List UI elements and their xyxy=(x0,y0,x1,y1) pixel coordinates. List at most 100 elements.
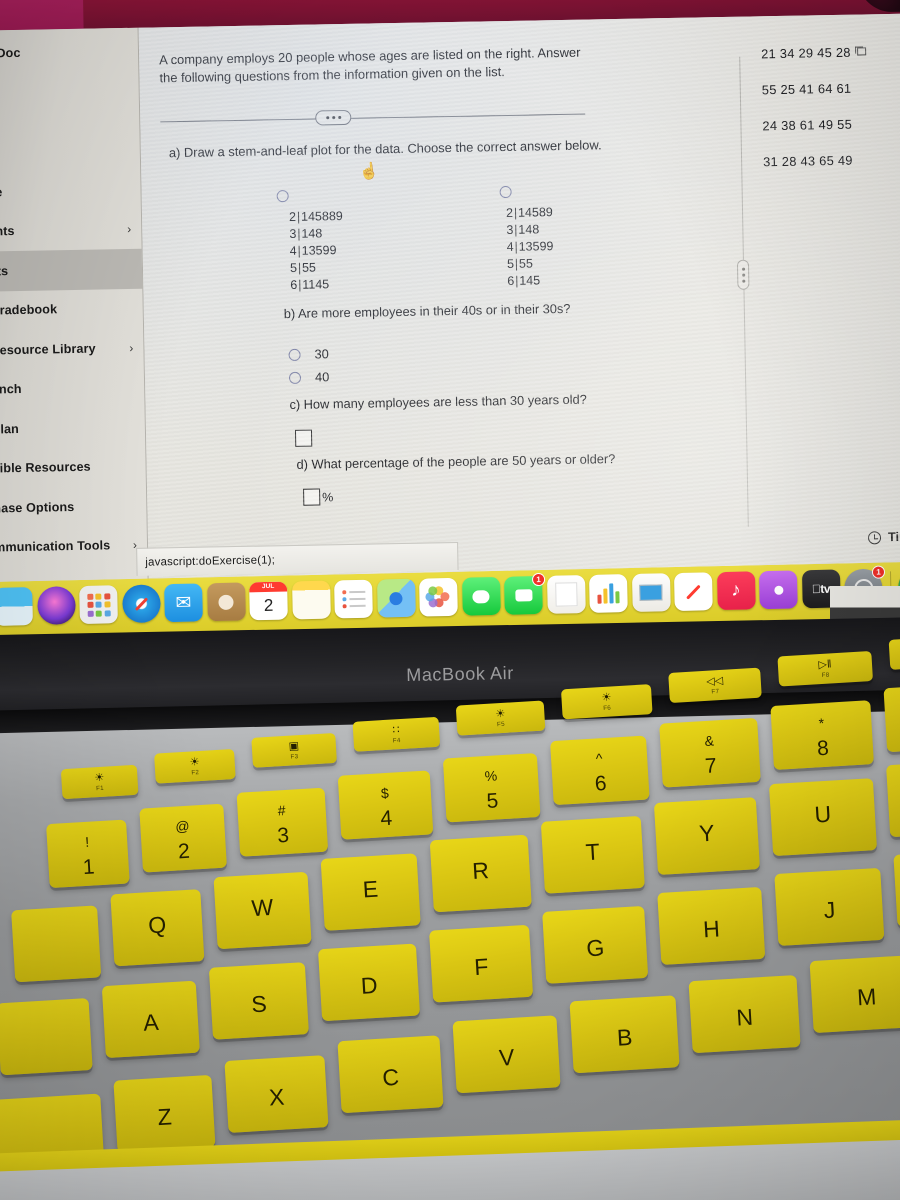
key-label: 2 xyxy=(177,839,191,864)
radio-choice-b[interactable] xyxy=(499,185,512,199)
hand-cursor-icon: ☝ xyxy=(358,162,381,182)
key-f1[interactable]: ☀ F1 xyxy=(60,764,139,800)
key-4[interactable]: $ 4 xyxy=(337,770,434,840)
key-q[interactable]: Q xyxy=(110,889,205,967)
key-v[interactable]: V xyxy=(452,1015,561,1094)
part-c-answer-input[interactable] xyxy=(294,429,313,447)
siri-icon[interactable] xyxy=(36,586,76,625)
contacts-icon[interactable] xyxy=(206,582,246,622)
key-f7[interactable]: ◁◁ F7 xyxy=(668,667,762,704)
panel-splitter-handle[interactable] xyxy=(736,259,750,290)
key-1[interactable]: ! 1 xyxy=(46,819,130,889)
sidebar-item-ne[interactable]: ne xyxy=(0,170,141,212)
key-f5[interactable]: ☀ F5 xyxy=(455,700,546,736)
sidebar-item-unch[interactable]: unch xyxy=(0,367,145,409)
mail-icon[interactable]: ✉ xyxy=(164,583,203,623)
sidebar-item-resource-library[interactable]: Resource Library › xyxy=(0,328,144,370)
pages-icon[interactable] xyxy=(546,575,586,614)
radio-icon[interactable] xyxy=(288,371,302,384)
music-icon[interactable]: ♪ xyxy=(716,571,756,611)
key-g[interactable]: G xyxy=(542,905,649,984)
stem-leaf-plot-b[interactable]: 2 | 14589 3 | 148 4 | 13599 5 | 55 6 | 1… xyxy=(504,204,554,290)
key-f9[interactable]: ▷▷ F9 xyxy=(888,634,900,670)
photos-icon[interactable] xyxy=(419,577,458,617)
key-c[interactable]: C xyxy=(337,1035,444,1114)
maps-icon[interactable] xyxy=(376,578,416,618)
key-d[interactable]: D xyxy=(317,943,421,1022)
key-6[interactable]: ^ 6 xyxy=(550,735,650,806)
key-z[interactable]: Z xyxy=(113,1074,216,1153)
safari-icon[interactable] xyxy=(121,584,161,624)
key-h[interactable]: H xyxy=(657,886,766,965)
key-f[interactable]: F xyxy=(429,924,534,1003)
key-label: N xyxy=(735,1003,754,1031)
key-a[interactable]: A xyxy=(101,980,200,1059)
sidebar-item-ents[interactable]: ents › xyxy=(0,209,142,251)
key-f4[interactable]: ∷ F4 xyxy=(352,716,441,752)
sidebar-item-gradebook[interactable]: Gradebook xyxy=(0,288,143,330)
copy-icon[interactable] xyxy=(856,47,866,56)
sidebar-item-plan[interactable]: Plan xyxy=(0,407,145,449)
part-c-prompt: c) How many employees are less than 30 y… xyxy=(289,391,587,413)
notes-icon[interactable] xyxy=(291,580,331,620)
key-n[interactable]: N xyxy=(688,974,801,1054)
part-b-option-30[interactable]: 30 xyxy=(288,346,329,362)
key-label: C xyxy=(381,1063,400,1091)
key-j[interactable]: J xyxy=(774,867,885,946)
more-options-button[interactable] xyxy=(315,109,352,126)
sidebar-item-label: d Doc xyxy=(0,45,21,61)
key-7[interactable]: & 7 xyxy=(659,717,761,788)
brightness-down-icon: ☀ xyxy=(94,771,105,784)
key-e[interactable]: E xyxy=(320,853,421,931)
key-9[interactable]: ( 9 xyxy=(883,682,900,753)
radio-icon[interactable] xyxy=(288,348,301,361)
key-5[interactable]: % 5 xyxy=(442,753,541,823)
keynote-icon[interactable] xyxy=(631,573,671,612)
stem-leaf-plot-a[interactable]: 2 | 145889 3 | 148 4 | 13599 5 | 55 6 | … xyxy=(287,208,344,294)
key-2[interactable]: @ 2 xyxy=(139,803,227,873)
leaf-values: 148 xyxy=(518,222,540,237)
key-8[interactable]: * 8 xyxy=(770,700,874,770)
part-d-answer-input[interactable] xyxy=(303,488,321,506)
key-y[interactable]: Y xyxy=(653,797,760,876)
reminders-icon[interactable] xyxy=(334,579,373,619)
key-f2[interactable]: ☀ F2 xyxy=(154,748,236,784)
key-m[interactable]: M xyxy=(809,954,900,1034)
key-b[interactable]: B xyxy=(569,995,680,1074)
sidebar-item-doc[interactable]: d Doc xyxy=(0,36,31,71)
key-t[interactable]: T xyxy=(540,815,645,894)
sidebar-item-communication-tools[interactable]: mmunication Tools › xyxy=(0,525,147,567)
finder-icon[interactable] xyxy=(0,587,33,626)
key-tab[interactable] xyxy=(11,905,102,983)
percent-sign-label: % xyxy=(322,490,334,505)
sidebar-item-nts[interactable]: nts xyxy=(0,248,143,292)
podcasts-icon[interactable] xyxy=(758,570,798,610)
dot xyxy=(325,116,329,120)
sidebar-item-accessible-resources[interactable]: sible Resources xyxy=(0,446,146,488)
radio-choice-a[interactable] xyxy=(276,190,289,203)
news-icon[interactable] xyxy=(673,572,713,612)
key-f6[interactable]: ☀ F6 xyxy=(560,684,653,720)
key-capslock[interactable] xyxy=(0,998,93,1076)
key-w[interactable]: W xyxy=(213,871,312,950)
messages-icon[interactable] xyxy=(461,576,501,616)
key-f8[interactable]: ▷‖ F8 xyxy=(777,650,874,687)
reminders-lines xyxy=(341,590,366,609)
stem-leaf-row: 2 | 14589 xyxy=(504,204,553,222)
key-s[interactable]: S xyxy=(208,962,309,1040)
part-b-option-40[interactable]: 40 xyxy=(288,369,329,385)
numbers-icon[interactable] xyxy=(588,574,628,613)
launchpad-icon[interactable] xyxy=(79,585,118,625)
key-3[interactable]: # 3 xyxy=(236,787,329,857)
key-label: F2 xyxy=(191,768,200,777)
key-u[interactable]: U xyxy=(768,778,878,857)
key-f3[interactable]: ▣ F3 xyxy=(251,732,337,768)
sidebar-item-purchase-options[interactable]: hase Options xyxy=(0,486,147,528)
stem-leaf-row: 3 | 148 xyxy=(504,221,553,239)
key-x[interactable]: X xyxy=(224,1055,329,1133)
calendar-icon[interactable]: JUL 2 xyxy=(249,581,288,621)
key-label: F6 xyxy=(603,704,612,712)
facetime-icon[interactable]: 1 xyxy=(504,572,546,615)
key-shift-label: & xyxy=(704,732,715,750)
key-r[interactable]: R xyxy=(429,834,532,913)
